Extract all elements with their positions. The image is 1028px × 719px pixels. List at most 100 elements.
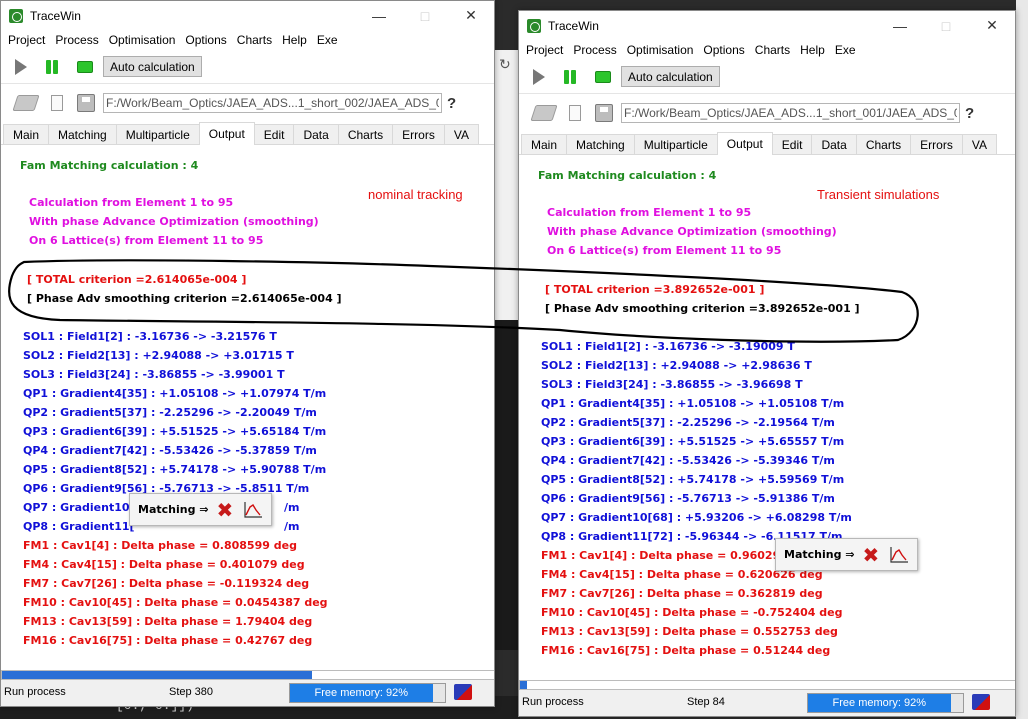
element-result-line: QP8 : Gradient11[ — [23, 520, 135, 533]
tab-va[interactable]: VA — [443, 124, 479, 144]
save-icon[interactable] — [77, 94, 95, 112]
menu-options[interactable]: Options — [180, 33, 231, 47]
menu-help[interactable]: Help — [277, 33, 312, 47]
cancel-x-icon[interactable]: ✖ — [217, 500, 234, 520]
element-result-tail: /m — [284, 520, 300, 533]
minimize-button[interactable]: — — [356, 1, 402, 30]
play-icon[interactable] — [533, 68, 545, 85]
tab-multiparticle[interactable]: Multiparticle — [633, 134, 718, 154]
run-progress-bar — [519, 680, 1015, 690]
total-criterion: [ TOTAL criterion =2.614065e-004 ] — [27, 273, 247, 286]
close-button[interactable]: ✕ — [969, 11, 1015, 40]
element-result-line: QP2 : Gradient5[37] : -2.25296 -> -2.200… — [23, 406, 317, 419]
tab-matching[interactable]: Matching — [566, 134, 635, 154]
calculator-icon[interactable] — [972, 694, 990, 710]
new-file-icon[interactable] — [569, 105, 581, 121]
menu-charts[interactable]: Charts — [750, 43, 795, 57]
save-icon[interactable] — [595, 104, 613, 122]
status-bar: Run process Step 84 Free memory: 92% — [519, 690, 1015, 716]
tab-output[interactable]: Output — [198, 122, 255, 145]
menu-help[interactable]: Help — [795, 43, 830, 57]
menu-charts[interactable]: Charts — [232, 33, 277, 47]
tab-main[interactable]: Main — [521, 134, 568, 154]
tab-bar: Main Matching Multiparticle Output Edit … — [519, 132, 1015, 155]
element-result-line: SOL1 : Field1[2] : -3.16736 -> -3.21576 … — [23, 330, 277, 343]
output-panel: Fam Matching calculation : 4 Transient s… — [519, 155, 1015, 675]
tab-data[interactable]: Data — [811, 134, 857, 154]
element-result-line: SOL3 : Field3[24] : -3.86855 -> -3.96698… — [541, 378, 803, 391]
tracewin-window-right: TraceWin — □ ✕ Project Process Optimisat… — [518, 10, 1016, 717]
menu-bar: Project Process Optimisation Options Cha… — [1, 30, 494, 50]
element-result-line: QP5 : Gradient8[52] : +5.74178 -> +5.907… — [23, 463, 327, 476]
menu-options[interactable]: Options — [698, 43, 749, 57]
menu-process[interactable]: Process — [50, 33, 103, 47]
stop-icon[interactable] — [77, 60, 93, 73]
graph-icon[interactable] — [889, 546, 909, 564]
tab-charts[interactable]: Charts — [337, 124, 394, 144]
play-icon[interactable] — [15, 58, 27, 75]
element-result-line: QP5 : Gradient8[52] : +5.74178 -> +5.595… — [541, 473, 845, 486]
menu-optimisation[interactable]: Optimisation — [104, 33, 181, 47]
auto-calculation-button[interactable]: Auto calculation — [103, 56, 202, 77]
cavity-phase-line: FM1 : Cav1[4] : Delta phase = 0.960298 d — [541, 549, 800, 562]
step-counter: Step 380 — [169, 686, 214, 698]
whats-this-help-icon[interactable]: ? — [965, 105, 974, 122]
element-result-line: QP7 : Gradient10[ — [23, 501, 135, 514]
output-info-line: On 6 Lattice(s) from Element 11 to 95 — [29, 234, 264, 247]
title-bar: TraceWin — □ ✕ — [1, 1, 494, 30]
project-path-field[interactable] — [103, 93, 442, 113]
open-folder-icon[interactable] — [12, 95, 40, 111]
tab-va[interactable]: VA — [961, 134, 997, 154]
step-counter: Step 84 — [687, 696, 725, 708]
element-result-line: SOL2 : Field2[13] : +2.94088 -> +2.98636… — [541, 359, 812, 372]
tab-charts[interactable]: Charts — [855, 134, 912, 154]
tab-data[interactable]: Data — [293, 124, 339, 144]
pause-icon[interactable] — [563, 69, 577, 84]
tab-edit[interactable]: Edit — [771, 134, 813, 154]
status-bar: Run process Step 380 Free memory: 92% — [1, 680, 494, 706]
menu-project[interactable]: Project — [3, 33, 50, 47]
tab-main[interactable]: Main — [3, 124, 50, 144]
tab-errors[interactable]: Errors — [392, 124, 445, 144]
graph-icon[interactable] — [243, 501, 263, 519]
menu-exe[interactable]: Exe — [830, 43, 861, 57]
menu-process[interactable]: Process — [568, 43, 621, 57]
element-result-line: SOL3 : Field3[24] : -3.86855 -> -3.99001… — [23, 368, 285, 381]
element-result-line: QP2 : Gradient5[37] : -2.25296 -> -2.195… — [541, 416, 835, 429]
maximize-button[interactable]: □ — [402, 1, 448, 30]
tab-matching[interactable]: Matching — [48, 124, 117, 144]
minimize-button[interactable]: — — [877, 11, 923, 40]
project-path-field[interactable] — [621, 103, 960, 123]
output-info-line: On 6 Lattice(s) from Element 11 to 95 — [547, 244, 782, 257]
stop-icon[interactable] — [595, 70, 611, 83]
tab-errors[interactable]: Errors — [910, 134, 963, 154]
app-icon — [527, 18, 541, 33]
output-panel: Fam Matching calculation : 4 nominal tra… — [1, 145, 494, 665]
tab-output[interactable]: Output — [716, 132, 773, 155]
window-title: TraceWin — [548, 18, 599, 33]
close-button[interactable]: ✕ — [448, 1, 494, 30]
auto-calculation-button[interactable]: Auto calculation — [621, 66, 720, 87]
cavity-phase-line: FM7 : Cav7[26] : Delta phase = -0.119324… — [23, 577, 310, 590]
tab-multiparticle[interactable]: Multiparticle — [115, 124, 200, 144]
cancel-x-icon[interactable]: ✖ — [863, 545, 880, 565]
free-memory-bar: Free memory: 92% — [807, 693, 964, 713]
menu-project[interactable]: Project — [521, 43, 568, 57]
open-folder-icon[interactable] — [530, 105, 558, 121]
calculator-icon[interactable] — [454, 684, 472, 700]
total-criterion: [ TOTAL criterion =3.892652e-001 ] — [545, 283, 765, 296]
status-text: Run process — [4, 686, 66, 698]
menu-exe[interactable]: Exe — [312, 33, 343, 47]
cavity-phase-line: FM10 : Cav10[45] : Delta phase = 0.04543… — [23, 596, 328, 609]
pause-icon[interactable] — [45, 59, 59, 74]
tab-edit[interactable]: Edit — [253, 124, 295, 144]
cavity-phase-line: FM16 : Cav16[75] : Delta phase = 0.42767… — [23, 634, 313, 647]
title-bar: TraceWin — □ ✕ — [519, 11, 1015, 40]
menu-optimisation[interactable]: Optimisation — [622, 43, 699, 57]
status-text: Run process — [522, 696, 584, 708]
whats-this-help-icon[interactable]: ? — [447, 95, 456, 112]
cavity-phase-line: FM13 : Cav13[59] : Delta phase = 1.79404… — [23, 615, 313, 628]
window-title: TraceWin — [30, 8, 81, 23]
new-file-icon[interactable] — [51, 95, 63, 111]
maximize-button[interactable]: □ — [923, 11, 969, 40]
